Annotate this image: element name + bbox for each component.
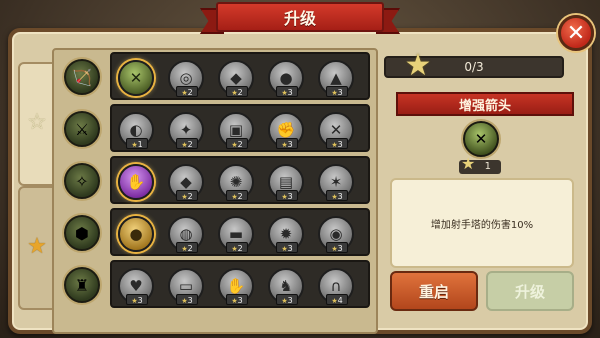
- skill-cost-badge: ★3: [276, 138, 298, 149]
- upgrade-button[interactable]: 升级: [486, 271, 574, 311]
- skill-cost-value: 2: [237, 192, 243, 201]
- skill-row: ⬢ ● ◍ ★2 ▬ ★2 ✹ ★3 ◉ ★3: [58, 208, 372, 256]
- skill-cost-value: 3: [287, 244, 293, 253]
- star-filled-icon: ★: [27, 234, 47, 259]
- skill-description: 增加射手塔的伤害10%: [430, 219, 534, 231]
- skill-cost-value: 3: [337, 140, 343, 149]
- barracks-icon: ⚔: [64, 111, 100, 147]
- skill-track: ◐ ★1 ✦ ★2 ▣ ★2 ✊ ★3 ✕ ★3: [110, 104, 370, 152]
- skill-name-banner: 增强箭头: [396, 92, 574, 116]
- skill-cost-value: 3: [337, 192, 343, 201]
- skill-cost-badge: ★2: [226, 242, 248, 253]
- skill-cost-value: 2: [237, 244, 243, 253]
- skill-track: ✕ ◎ ★2 ◆ ★2 ● ★3 ▲ ★3: [110, 52, 370, 100]
- skill-cost-value: 3: [137, 296, 143, 305]
- skill-cost-value: 3: [337, 244, 343, 253]
- skill-cost-value: 2: [237, 140, 243, 149]
- skill-cost-badge: ★3: [326, 86, 348, 97]
- skill-cost-badge: ★2: [176, 190, 198, 201]
- skill-cost-badge: ★2: [226, 86, 248, 97]
- skill-track: ♥ ★3 ▭ ★3 ✋ ★3 ♞ ★3 ∩ ★4: [110, 260, 370, 308]
- skill-cost-badge: ★3: [176, 294, 198, 305]
- skill-row: 🏹 ✕ ◎ ★2 ◆ ★2 ● ★3 ▲ ★3: [58, 52, 372, 100]
- tab-heroic[interactable]: ★: [18, 186, 54, 310]
- skill-cost-badge: ★3: [326, 242, 348, 253]
- skill-cost-value: 2: [237, 88, 243, 97]
- skill-cost-value: 3: [287, 296, 293, 305]
- skill-cost-badge: ★3: [276, 294, 298, 305]
- skill-row: ⚔ ◐ ★1 ✦ ★2 ▣ ★2 ✊ ★3 ✕ ★3: [58, 104, 372, 152]
- magic-hand-icon[interactable]: ✋: [118, 164, 154, 200]
- tab-normal[interactable]: ☆: [18, 62, 54, 186]
- skill-cost-value: 3: [287, 88, 293, 97]
- skill-cost-badge: ★3: [276, 86, 298, 97]
- skill-description-box: 增加射手塔的伤害10%: [390, 178, 574, 268]
- skill-track: ● ◍ ★2 ▬ ★2 ✹ ★3 ◉ ★3: [110, 208, 370, 256]
- skill-cost-badge: ★3: [276, 190, 298, 201]
- star-outline-icon: ☆: [27, 110, 47, 135]
- skill-cost-value: 3: [337, 88, 343, 97]
- archer-tower-icon: 🏹: [64, 59, 100, 95]
- crossed-arrows-icon[interactable]: ✕: [118, 60, 154, 96]
- skill-cost-value: 1: [484, 161, 491, 172]
- skill-cost-value: 2: [187, 192, 193, 201]
- mage-tower-icon: ✧: [64, 163, 100, 199]
- skill-cost-badge: ★3: [226, 294, 248, 305]
- skill-cost-badge: ★2: [226, 190, 248, 201]
- artillery-icon: ⬢: [64, 215, 100, 251]
- close-button[interactable]: ✕: [558, 15, 594, 51]
- skill-cost-badge: ★3: [126, 294, 148, 305]
- skill-cost-value: 2: [187, 244, 193, 253]
- skill-cost-badge: ★3: [326, 190, 348, 201]
- reset-button[interactable]: 重启: [390, 271, 478, 311]
- crossed-arrows-icon: ✕: [463, 121, 499, 157]
- skill-cost-value: 1: [137, 140, 143, 149]
- skill-cost-badge: ★2: [176, 138, 198, 149]
- skill-name: 增强箭头: [458, 98, 511, 114]
- skill-row: ♜ ♥ ★3 ▭ ★3 ✋ ★3 ♞ ★3 ∩ ★4: [58, 260, 372, 308]
- skill-cost-badge: ★3: [276, 242, 298, 253]
- stars-progress-value: 0/3: [464, 60, 484, 74]
- skill-cost-badge: ★4: [326, 294, 348, 305]
- skill-cost-value: 2: [187, 140, 193, 149]
- star-icon: ★: [461, 154, 476, 173]
- skill-cost-value: 3: [287, 192, 293, 201]
- close-icon: ✕: [566, 20, 586, 46]
- skill-cost: ★ 1: [459, 154, 501, 174]
- bomb-icon[interactable]: ●: [118, 216, 154, 252]
- skill-cost-badge: ★2: [176, 86, 198, 97]
- skill-cost-value: 3: [237, 296, 243, 305]
- title-ribbon: 升级: [200, 0, 400, 36]
- skill-cost-badge: ★2: [176, 242, 198, 253]
- skill-cost-value: 3: [187, 296, 193, 305]
- page-title: 升级: [216, 2, 384, 32]
- skill-row: ✧ ✋ ◆ ★2 ✺ ★2 ▤ ★3 ✶ ★3: [58, 156, 372, 204]
- skill-cost-badge: ★1: [126, 138, 148, 149]
- skill-track: ✋ ◆ ★2 ✺ ★2 ▤ ★3 ✶ ★3: [110, 156, 370, 204]
- skill-cost-value: 4: [337, 296, 343, 305]
- skill-cost-value: 3: [287, 140, 293, 149]
- skill-cost-value: 2: [187, 88, 193, 97]
- star-currency-icon: ★: [404, 48, 432, 83]
- tower-defense-icon: ♜: [64, 267, 100, 303]
- skill-cost-badge: ★3: [326, 138, 348, 149]
- skill-cost-badge: ★2: [226, 138, 248, 149]
